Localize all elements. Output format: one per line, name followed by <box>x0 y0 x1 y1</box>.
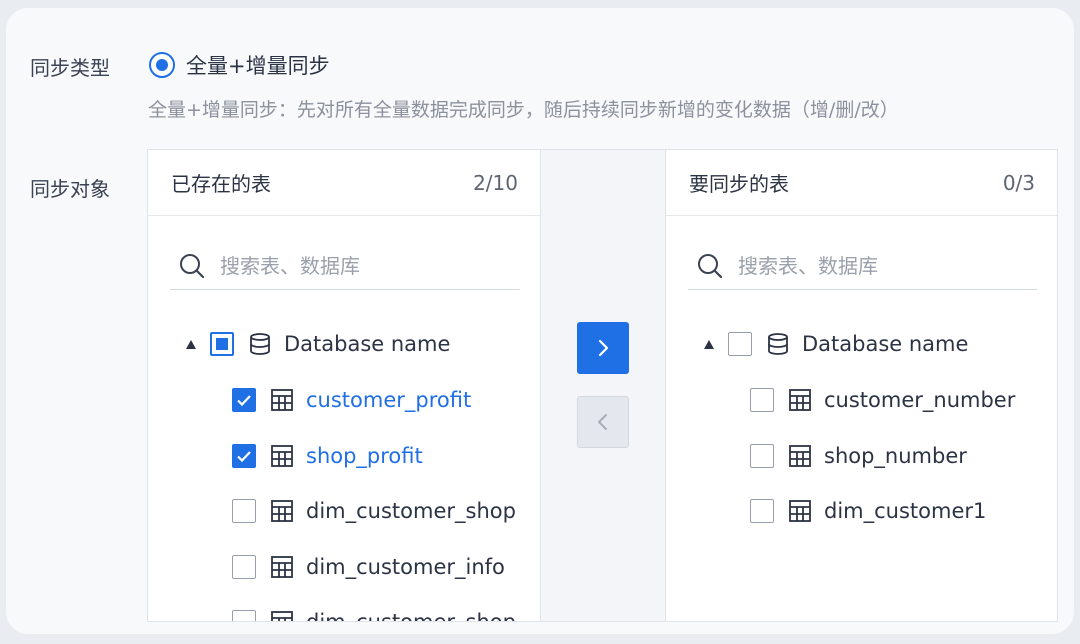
table-icon <box>271 389 293 411</box>
database-icon <box>250 333 270 355</box>
move-right-button[interactable] <box>577 322 629 374</box>
tables-to-sync-header: 要同步的表 0/3 <box>666 150 1057 216</box>
chevron-right-icon <box>598 339 609 357</box>
sync-type-option-label: 全量+增量同步 <box>186 54 330 78</box>
caret-expanded-icon[interactable] <box>186 339 196 349</box>
existing-tables-title: 已存在的表 <box>171 172 271 196</box>
table-icon <box>271 556 293 578</box>
radio-selected-icon[interactable] <box>149 52 175 78</box>
table-row[interactable]: dim_customer_shop <box>232 496 516 526</box>
table-row[interactable]: customer_number <box>750 385 1015 415</box>
table-name: customer_number <box>824 388 1016 412</box>
table-checkbox-checked[interactable] <box>232 444 256 468</box>
table-icon <box>789 445 811 467</box>
table-checkbox-checked[interactable] <box>232 388 256 412</box>
table-row[interactable]: dim_customer_info <box>232 552 505 582</box>
table-name: dim_customer_info <box>306 555 505 579</box>
table-row[interactable]: shop_number <box>750 441 967 471</box>
table-name: dim_customer1 <box>824 499 987 523</box>
table-icon <box>789 389 811 411</box>
tables-to-sync-count: 0/3 <box>1002 170 1035 195</box>
table-checkbox[interactable] <box>750 499 774 523</box>
database-name: Database name <box>284 332 451 356</box>
table-name: shop_profit <box>306 444 423 468</box>
tables-to-sync-search[interactable] <box>688 242 1037 290</box>
existing-tables-panel: 已存在的表 2/10 Database name <box>147 149 541 622</box>
table-icon <box>271 611 293 621</box>
caret-expanded-icon[interactable] <box>704 339 714 349</box>
database-checkbox-partial[interactable] <box>210 332 234 356</box>
table-name: customer_profit <box>306 388 472 412</box>
existing-tables-search[interactable] <box>170 242 520 290</box>
table-checkbox[interactable] <box>232 499 256 523</box>
table-name: shop_number <box>824 444 967 468</box>
sync-config-card: 同步类型 全量+增量同步 全量+增量同步：先对所有全量数据完成同步，随后持续同步… <box>6 8 1074 634</box>
table-icon <box>789 500 811 522</box>
table-icon <box>271 445 293 467</box>
search-icon <box>180 253 205 278</box>
table-row[interactable]: customer_profit <box>232 385 471 415</box>
tables-to-sync-title: 要同步的表 <box>689 172 789 196</box>
table-checkbox[interactable] <box>750 444 774 468</box>
table-row[interactable]: dim_customer1 <box>750 496 986 526</box>
table-row[interactable]: shop_profit <box>232 441 423 471</box>
table-row[interactable]: dim_customer_shop <box>232 607 516 622</box>
table-checkbox[interactable] <box>750 388 774 412</box>
existing-tables-count: 2/10 <box>473 170 518 195</box>
move-left-button[interactable] <box>577 396 629 448</box>
tables-to-sync-search-input[interactable] <box>738 253 1018 278</box>
search-icon <box>698 253 723 278</box>
sync-type-radio-full-incremental[interactable]: 全量+增量同步 <box>149 50 330 80</box>
database-checkbox[interactable] <box>728 332 752 356</box>
tree-row-database[interactable]: Database name <box>186 329 450 359</box>
table-icon <box>271 500 293 522</box>
table-checkbox[interactable] <box>232 610 256 621</box>
tree-row-database[interactable]: Database name <box>704 329 968 359</box>
chevron-left-icon <box>598 414 607 430</box>
sync-type-label: 同步类型 <box>30 56 110 80</box>
sync-object-label: 同步对象 <box>30 177 110 201</box>
database-icon <box>768 333 788 355</box>
database-name: Database name <box>802 332 969 356</box>
sync-type-description: 全量+增量同步：先对所有全量数据完成同步，随后持续同步新增的变化数据（增/删/改… <box>148 99 899 121</box>
table-name: dim_customer_shop <box>306 499 516 523</box>
transfer-controls <box>541 149 665 622</box>
existing-tables-header: 已存在的表 2/10 <box>148 150 540 216</box>
table-checkbox[interactable] <box>232 555 256 579</box>
table-name: dim_customer_shop <box>306 610 516 622</box>
tables-to-sync-panel: 要同步的表 0/3 Database name <box>665 149 1058 622</box>
existing-tables-search-input[interactable] <box>220 253 500 278</box>
